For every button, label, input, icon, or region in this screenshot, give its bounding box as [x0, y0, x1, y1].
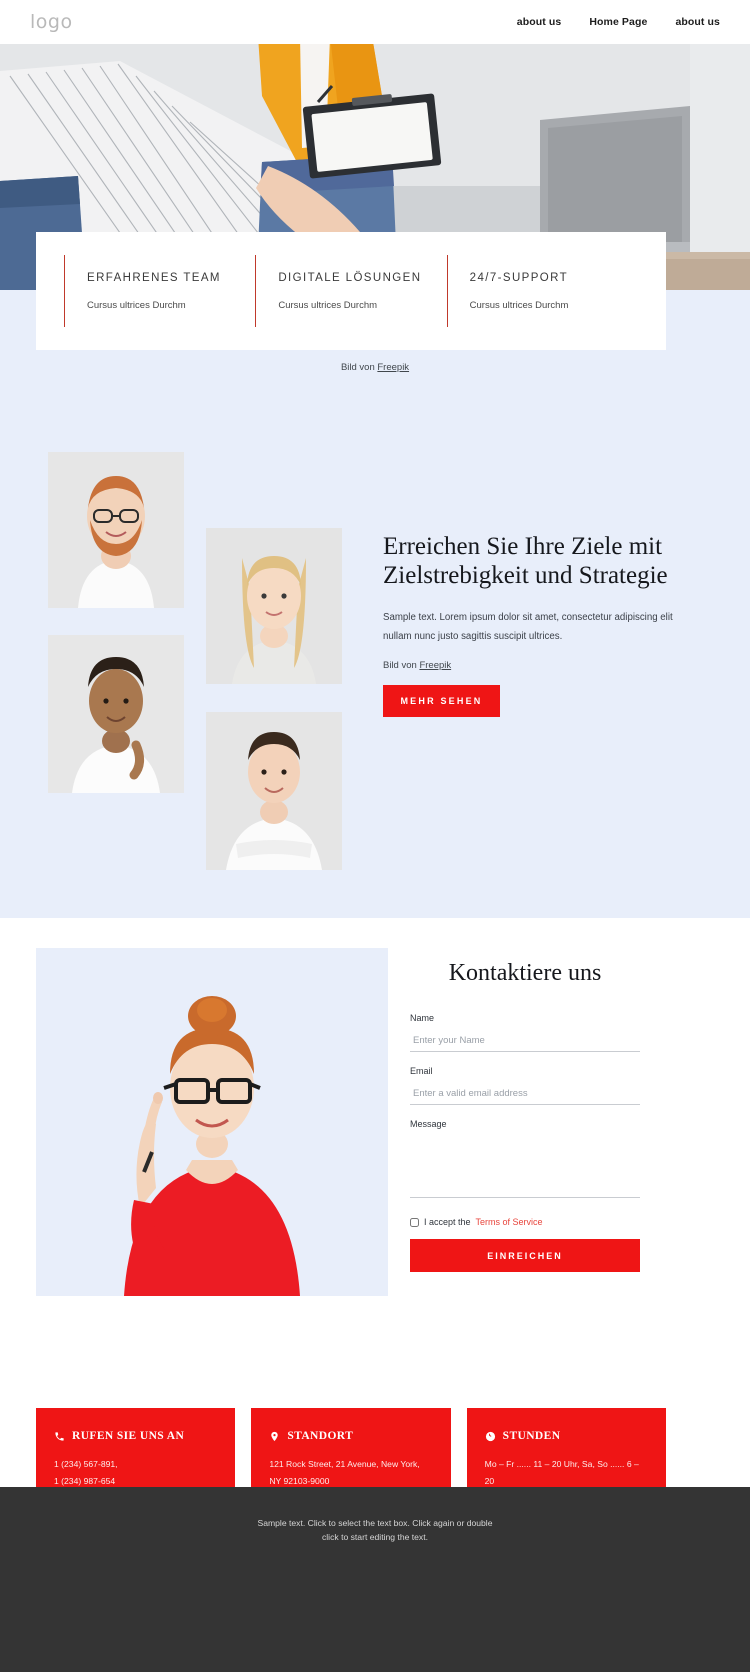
page-root: logo about us Home Page about us ERFAHRE…	[0, 0, 750, 1672]
portrait-illustration	[48, 635, 184, 793]
contact-heading: Kontaktiere uns	[448, 960, 602, 986]
portrait-illustration	[206, 528, 342, 684]
goals-heading: Erreichen Sie Ihre Ziele mit Zielstrebig…	[383, 533, 668, 589]
info-card-heading: STANDORT	[269, 1430, 432, 1442]
goals-block: Erreichen Sie Ihre Ziele mit Zielstrebig…	[383, 532, 673, 717]
site-footer	[0, 1487, 750, 1672]
info-card-line-1: Mo – Fr ...... 11 – 20 Uhr, Sa, So .....…	[484, 1459, 639, 1486]
field-name: Name	[410, 1013, 640, 1052]
terms-prefix-text: I accept the	[424, 1217, 471, 1227]
image-credit-goals: Bild von Freepik	[383, 660, 673, 671]
message-textarea[interactable]	[410, 1136, 640, 1198]
message-label: Message	[410, 1119, 447, 1129]
team-photo-bearded-man	[48, 452, 184, 608]
info-card-title: RUFEN SIE UNS AN	[72, 1430, 185, 1442]
feature-title: 24/7-SUPPORT	[469, 271, 569, 284]
name-input[interactable]	[410, 1033, 640, 1052]
logo[interactable]: logo	[30, 11, 73, 33]
nav-item-home-page[interactable]: Home Page	[589, 16, 647, 28]
phone-icon	[55, 1431, 64, 1441]
footer-text-line-1: Sample text. Click to select the text bo…	[257, 1518, 493, 1528]
field-email: Email	[410, 1066, 640, 1105]
image-credit-hero: Bild von Freepik	[0, 362, 750, 373]
feature-highlights-band: ERFAHRENES TEAM Cursus ultrices Durchm D…	[36, 232, 666, 350]
portrait-illustration	[36, 948, 388, 1296]
field-message: Message	[410, 1119, 640, 1203]
credit-prefix: Bild von	[340, 362, 378, 373]
feature-subtitle: Cursus ultrices Durchm	[87, 299, 186, 311]
freepik-link[interactable]: Freepik	[377, 362, 409, 373]
info-card-title: STANDORT	[287, 1430, 354, 1442]
info-card-heading: RUFEN SIE UNS AN	[54, 1430, 217, 1442]
contact-form: Kontaktiere uns Name Email Message I acc…	[410, 960, 640, 1272]
contact-photo-woman-pointing	[36, 948, 388, 1296]
nav-item-about-us-1[interactable]: about us	[517, 16, 562, 28]
goals-body-text: Sample text. Lorem ipsum dolor sit amet,…	[383, 612, 673, 642]
freepik-link[interactable]: Freepik	[419, 660, 451, 671]
info-card-title: STUNDEN	[502, 1430, 561, 1442]
feature-card-support: 24/7-SUPPORT Cursus ultrices Durchm	[446, 255, 638, 327]
site-header: logo about us Home Page about us	[0, 0, 750, 44]
terms-acceptance-row: I accept the Terms of Service	[410, 1217, 640, 1227]
terms-checkbox[interactable]	[410, 1217, 419, 1227]
email-label: Email	[410, 1066, 433, 1076]
footer-text-line-2: click to start editing the text.	[321, 1532, 429, 1542]
feature-title: DIGITALE LÖSUNGEN	[278, 271, 422, 284]
feature-subtitle: Cursus ultrices Durchm	[278, 299, 378, 311]
nav-item-about-us-2[interactable]: about us	[675, 16, 720, 28]
team-photo-smiling-woman	[48, 635, 184, 793]
feature-card-digitale-loesungen: DIGITALE LÖSUNGEN Cursus ultrices Durchm	[255, 255, 446, 327]
mehr-sehen-button[interactable]: MEHR SEHEN	[383, 685, 500, 717]
credit-prefix: Bild von	[383, 660, 420, 671]
portrait-illustration	[48, 452, 184, 608]
feature-subtitle: Cursus ultrices Durchm	[469, 299, 569, 311]
footer-placeholder-text: Sample text. Click to select the text bo…	[0, 1516, 750, 1544]
team-photo-blonde-woman	[206, 528, 342, 684]
team-photo-young-man	[206, 712, 342, 870]
main-navigation: about us Home Page about us	[517, 16, 720, 28]
email-input[interactable]	[410, 1086, 640, 1105]
clock-icon	[485, 1431, 495, 1441]
info-card-heading: STUNDEN	[485, 1430, 648, 1442]
info-card-line-1: 121 Rock Street, 21 Avenue, New York,	[269, 1459, 420, 1469]
terms-of-service-link[interactable]: Terms of Service	[476, 1217, 543, 1227]
submit-button[interactable]: EINREICHEN	[410, 1239, 640, 1272]
location-pin-icon	[271, 1431, 279, 1441]
name-label: Name	[410, 1013, 435, 1023]
feature-title: ERFAHRENES TEAM	[87, 271, 221, 284]
info-card-line-1: 1 (234) 567-891,	[54, 1459, 118, 1469]
feature-card-erfahrenes-team: ERFAHRENES TEAM Cursus ultrices Durchm	[64, 255, 255, 327]
portrait-illustration	[206, 712, 342, 870]
